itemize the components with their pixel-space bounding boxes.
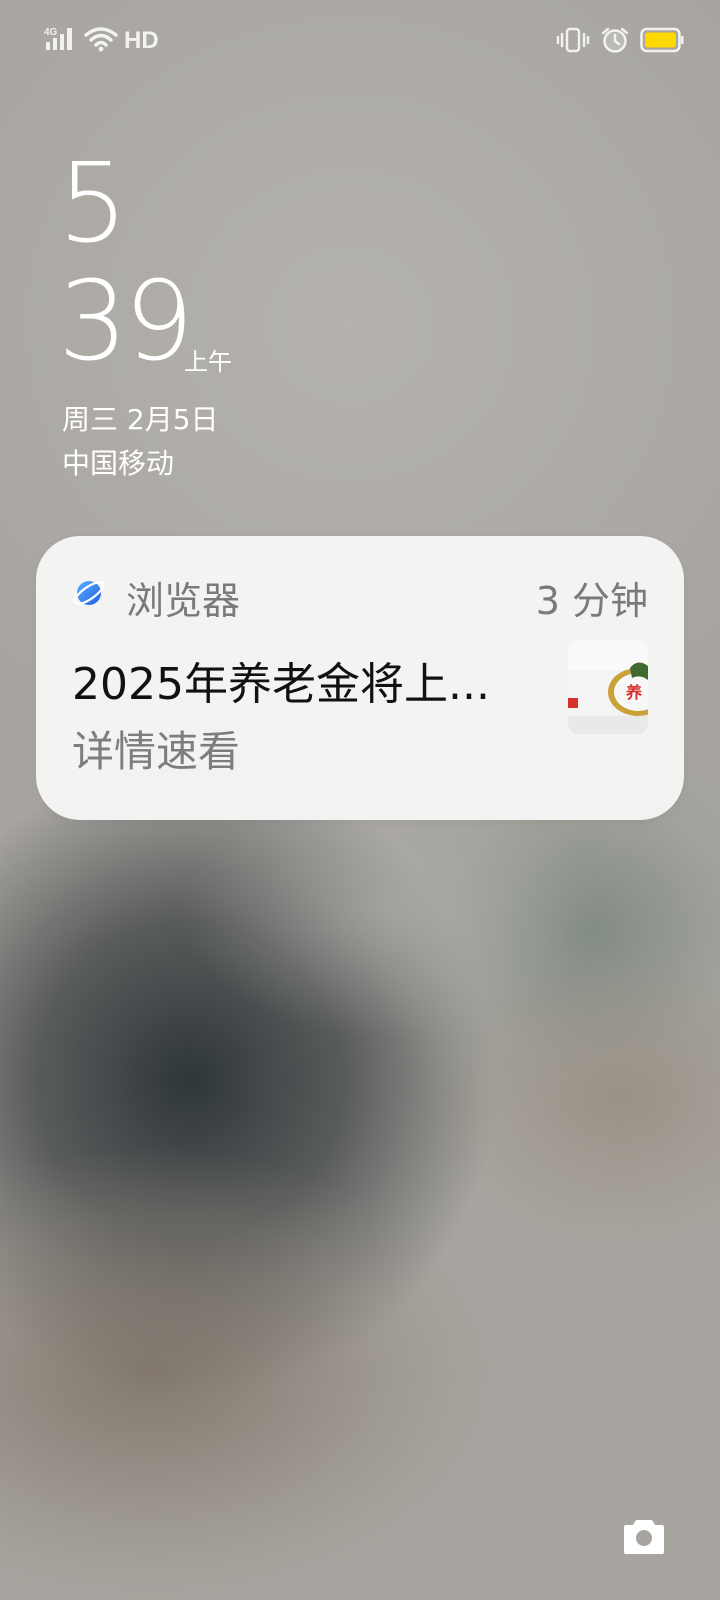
hd-label: HD [124, 27, 159, 54]
battery-icon [640, 27, 684, 57]
thumbnail-text: 养 [625, 683, 643, 702]
clock-minute: 39 [58, 257, 194, 385]
alarm-icon [600, 26, 630, 58]
notification-app-name: 浏览器 [126, 579, 241, 623]
notification-card[interactable]: 浏览器 3 分钟 2025年养老金将上... 详情速看 养 [36, 536, 684, 820]
camera-shortcut-button[interactable] [622, 1516, 666, 1556]
network-type-label: 4G [44, 27, 58, 38]
camera-icon [622, 1516, 666, 1560]
signal-icon: 4G [44, 26, 78, 56]
notification-subtitle: 详情速看 [72, 727, 241, 776]
browser-planet-icon [72, 576, 106, 610]
status-bar: 4G HD [0, 0, 720, 80]
clock-ampm: 上午 [184, 348, 232, 376]
status-bar-left: 4G HD [44, 26, 159, 56]
date-text: 周三 2月5日 [62, 403, 219, 436]
notification-title: 2025年养老金将上... [72, 659, 490, 710]
vibrate-icon [556, 26, 590, 58]
notification-time: 3 分钟 [535, 579, 648, 623]
carrier-name: 中国移动 [62, 447, 175, 480]
notification-thumbnail: 养 [568, 640, 648, 734]
status-bar-right [556, 26, 684, 58]
wifi-icon [84, 26, 118, 56]
clock-hour: 5 [58, 139, 128, 267]
